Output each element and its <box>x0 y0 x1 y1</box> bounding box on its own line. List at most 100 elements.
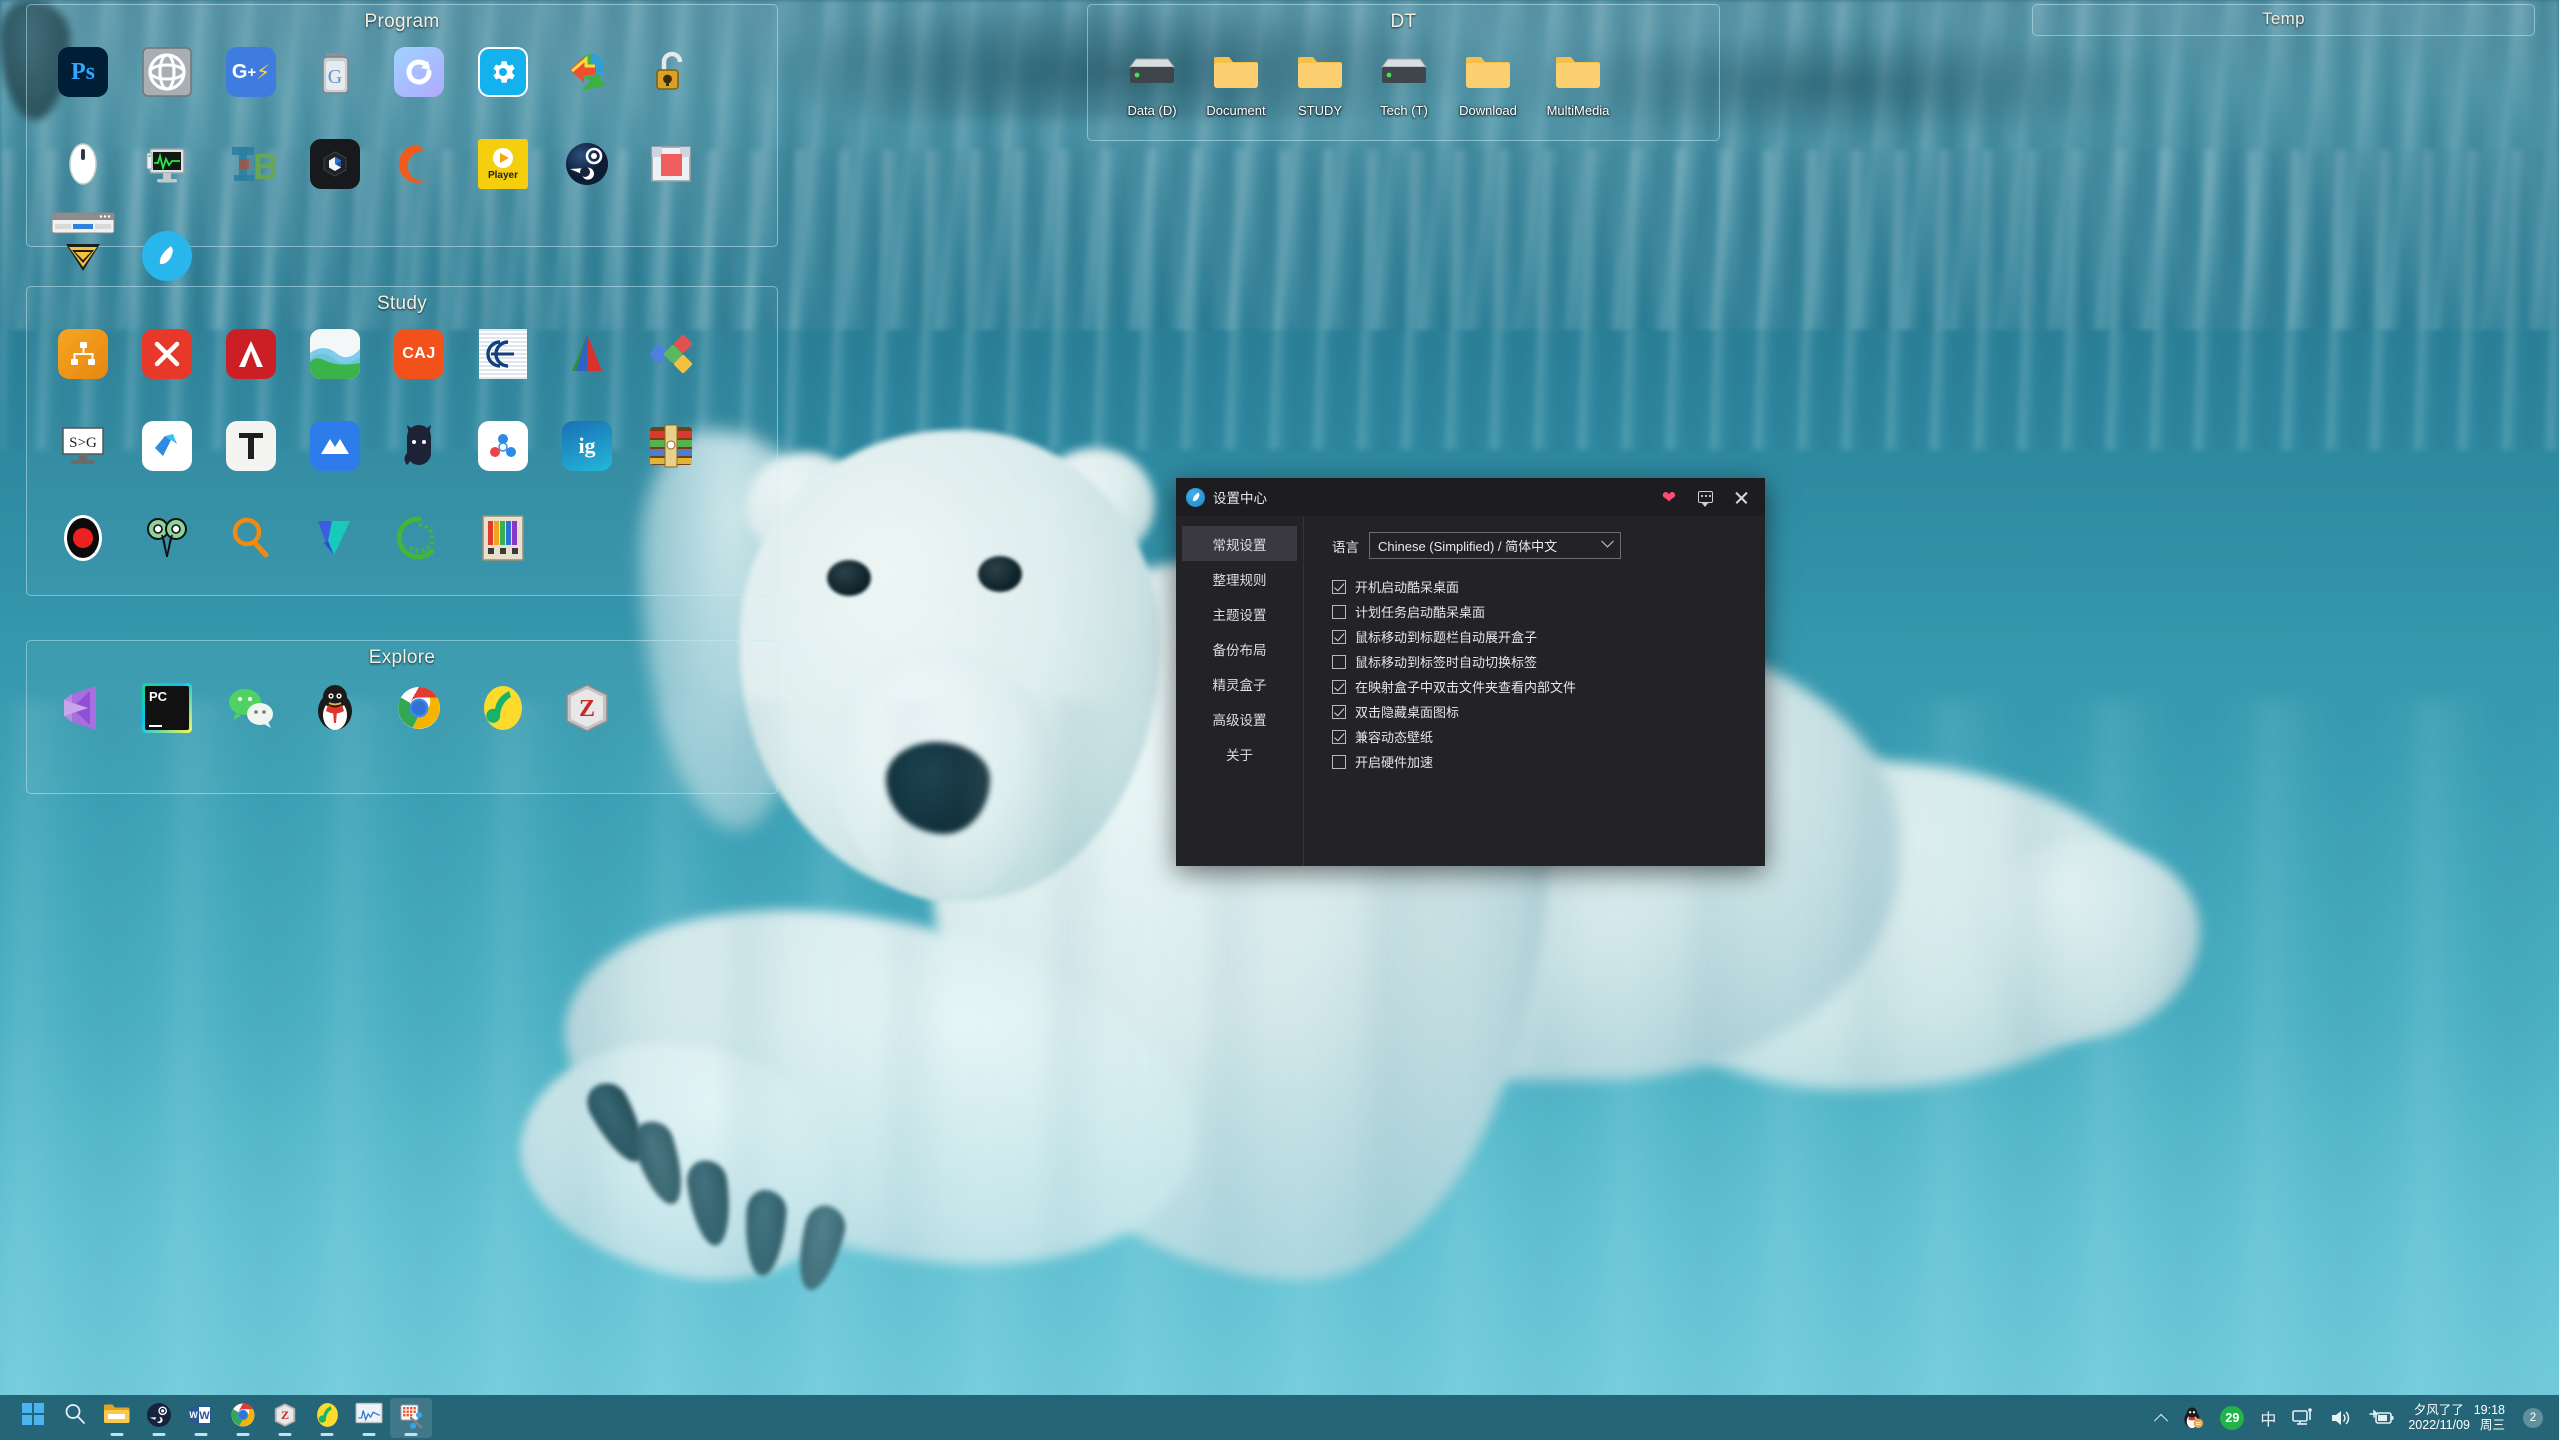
desktop-icon-internet-download-manager[interactable] <box>545 41 629 131</box>
desktop-icon-xmind[interactable] <box>125 323 209 413</box>
taskbar-system-monitor[interactable] <box>348 1398 390 1438</box>
checkbox-row-hardware-accel[interactable]: 开启硬件加速 <box>1332 749 1765 774</box>
desktop-icon-wechat[interactable] <box>209 677 293 767</box>
desktop-icon-folder-study[interactable]: STUDY <box>1278 41 1362 139</box>
checkbox[interactable] <box>1332 630 1346 644</box>
tray-ime-indicator[interactable]: 中 <box>2252 1395 2284 1440</box>
checkbox-row-autostart[interactable]: 开机启动酷呆桌面 <box>1332 574 1765 599</box>
checkbox[interactable] <box>1332 680 1346 694</box>
desktop-icon-mindmanager[interactable] <box>41 323 125 413</box>
notification-center-button[interactable]: 2 <box>2515 1395 2551 1440</box>
desktop-icon-obs-record[interactable] <box>41 507 125 597</box>
checkbox[interactable] <box>1332 730 1346 744</box>
desktop-icon-google-chrome[interactable] <box>377 677 461 767</box>
desktop-icon-steam[interactable] <box>545 133 629 223</box>
clock-and-user[interactable]: 夕风了了 19:18 2022/11/09 周三 <box>2402 1403 2515 1433</box>
desktop-icon-gplus-app[interactable]: G+⚡ <box>209 41 293 131</box>
checkbox-row-dynamic-wallpaper[interactable]: 兼容动态壁纸 <box>1332 724 1765 749</box>
desktop-icon-qq-music[interactable] <box>461 677 545 767</box>
desktop-box-study[interactable]: Study <box>26 286 778 596</box>
tray-qq-icon[interactable] <box>2174 1395 2212 1440</box>
desktop-icon-folder-document[interactable]: Document <box>1194 41 1278 139</box>
desktop-icon-battery-tool[interactable]: G <box>293 41 377 131</box>
close-button[interactable] <box>1730 486 1752 508</box>
desktop-icon-folder-download[interactable]: Download <box>1446 41 1530 139</box>
nav-item-general[interactable]: 常规设置 <box>1182 526 1297 561</box>
desktop-icon-cnki-e-study[interactable] <box>461 323 545 413</box>
nav-item-backup-layout[interactable]: 备份布局 <box>1182 631 1297 666</box>
desktop-icon-caj-viewer[interactable]: CAJ <box>377 323 461 413</box>
start-button[interactable] <box>12 1398 54 1438</box>
desktop-icon-winrar[interactable] <box>629 415 713 505</box>
desktop-box-program[interactable]: Program Ps G+⚡ <box>26 4 778 247</box>
nav-item-fairy-box[interactable]: 精灵盒子 <box>1182 666 1297 701</box>
nav-item-about[interactable]: 关于 <box>1182 736 1297 771</box>
taskbar-google-chrome[interactable] <box>222 1398 264 1438</box>
desktop-icon-player-app[interactable]: Player <box>461 133 545 223</box>
settings-titlebar[interactable]: 设置中心 ❤ <box>1176 478 1765 516</box>
desktop-icon-unlocker[interactable] <box>629 41 713 131</box>
desktop-icon-pycharm[interactable]: PC <box>125 677 209 767</box>
desktop-icon-igetget[interactable]: ig <box>545 415 629 505</box>
desktop-box-explore[interactable]: Explore PC <box>26 640 778 794</box>
desktop-icon-taskbar-tweaker[interactable] <box>41 212 125 240</box>
desktop-icon-visual-studio[interactable] <box>41 677 125 767</box>
desktop-icon-cube-app[interactable] <box>293 133 377 223</box>
desktop-icon-system-monitor[interactable] <box>125 133 209 223</box>
desktop-icon-snipping-scissors[interactable] <box>125 507 209 597</box>
desktop-icon-everything-search[interactable] <box>209 507 293 597</box>
nav-item-advanced[interactable]: 高级设置 <box>1182 701 1297 736</box>
desktop-icon-qq[interactable] <box>293 677 377 767</box>
desktop-icon-typora[interactable] <box>209 415 293 505</box>
desktop-box-dt[interactable]: DT Data (D) Document <box>1087 4 1720 141</box>
desktop-icon-3d-modeler[interactable] <box>125 41 209 131</box>
desktop-icon-anaconda[interactable] <box>377 507 461 597</box>
tray-green-badge[interactable]: 29 <box>2212 1395 2252 1440</box>
desktop-icon-matlab[interactable] <box>293 415 377 505</box>
taskbar-microsoft-word[interactable]: W W <box>180 1398 222 1438</box>
desktop-box-temp[interactable]: Temp <box>2032 4 2535 36</box>
desktop-icon-baidu-netdisk[interactable] <box>461 415 545 505</box>
language-select[interactable]: Chinese (Simplified) / 简体中文 <box>1369 532 1621 559</box>
desktop-icon-folder-multimedia[interactable]: MultiMedia <box>1530 41 1626 139</box>
search-icon[interactable] <box>54 1398 96 1438</box>
desktop-icon-typora-b[interactable]: B <box>209 133 293 223</box>
desktop-icon-drive-tech-t[interactable]: Tech (T) <box>1362 41 1446 139</box>
taskbar-qq-music[interactable] <box>306 1398 348 1438</box>
taskbar-steam[interactable] <box>138 1398 180 1438</box>
taskbar[interactable]: W W Z <box>0 1395 2559 1440</box>
desktop-icon-s2g-tool[interactable]: S>G <box>41 415 125 505</box>
desktop-icon-clash-app[interactable] <box>377 41 461 131</box>
desktop-icon-viso-app[interactable] <box>293 507 377 597</box>
checkbox[interactable] <box>1332 655 1346 669</box>
checkbox-row-dblclick-hide-icons[interactable]: 双击隐藏桌面图标 <box>1332 699 1765 724</box>
nav-item-theme[interactable]: 主题设置 <box>1182 596 1297 631</box>
tray-volume-icon[interactable] <box>2322 1395 2360 1440</box>
desktop-icon-settings-gear-app[interactable] <box>461 41 545 131</box>
desktop-icon-adobe-acrobat[interactable] <box>209 323 293 413</box>
taskbar-zotero[interactable]: Z <box>264 1398 306 1438</box>
tray-network-icon[interactable] <box>2284 1395 2322 1440</box>
desktop-icon-cat-app[interactable] <box>377 415 461 505</box>
desktop-icon-snipaste[interactable] <box>629 133 713 223</box>
desktop-icon-drawio[interactable] <box>293 323 377 413</box>
checkbox[interactable] <box>1332 605 1346 619</box>
checkbox-row-hover-switch-tab[interactable]: 鼠标移动到标签时自动切换标签 <box>1332 649 1765 674</box>
desktop-icon-zotero[interactable]: Z <box>545 677 629 767</box>
taskbar-snipping-tool[interactable] <box>390 1398 432 1438</box>
desktop-icon-photoshop[interactable]: Ps <box>41 41 125 131</box>
checkbox-row-hover-expand-box[interactable]: 鼠标移动到标题栏自动展开盒子 <box>1332 624 1765 649</box>
settings-window[interactable]: 设置中心 ❤ 常规设置 整理规则 主题设置 备份布局 精灵盒子 高级设置 关于 … <box>1176 478 1765 866</box>
desktop-icon-mouse-tool[interactable] <box>41 133 125 223</box>
checkbox-row-scheduled-task[interactable]: 计划任务启动酷呆桌面 <box>1332 599 1765 624</box>
desktop-icon-origin-lab[interactable] <box>629 323 713 413</box>
nav-item-organize-rules[interactable]: 整理规则 <box>1182 561 1297 596</box>
taskbar-file-explorer[interactable] <box>96 1398 138 1438</box>
desktop-icon-origin-app[interactable] <box>377 133 461 223</box>
checkbox[interactable] <box>1332 580 1346 594</box>
checkbox-row-dblclick-folder[interactable]: 在映射盒子中双击文件夹查看内部文件 <box>1332 674 1765 699</box>
desktop-icon-geogebra[interactable] <box>545 323 629 413</box>
checkbox[interactable] <box>1332 705 1346 719</box>
checkbox[interactable] <box>1332 755 1346 769</box>
donate-heart-button[interactable]: ❤ <box>1658 486 1680 508</box>
